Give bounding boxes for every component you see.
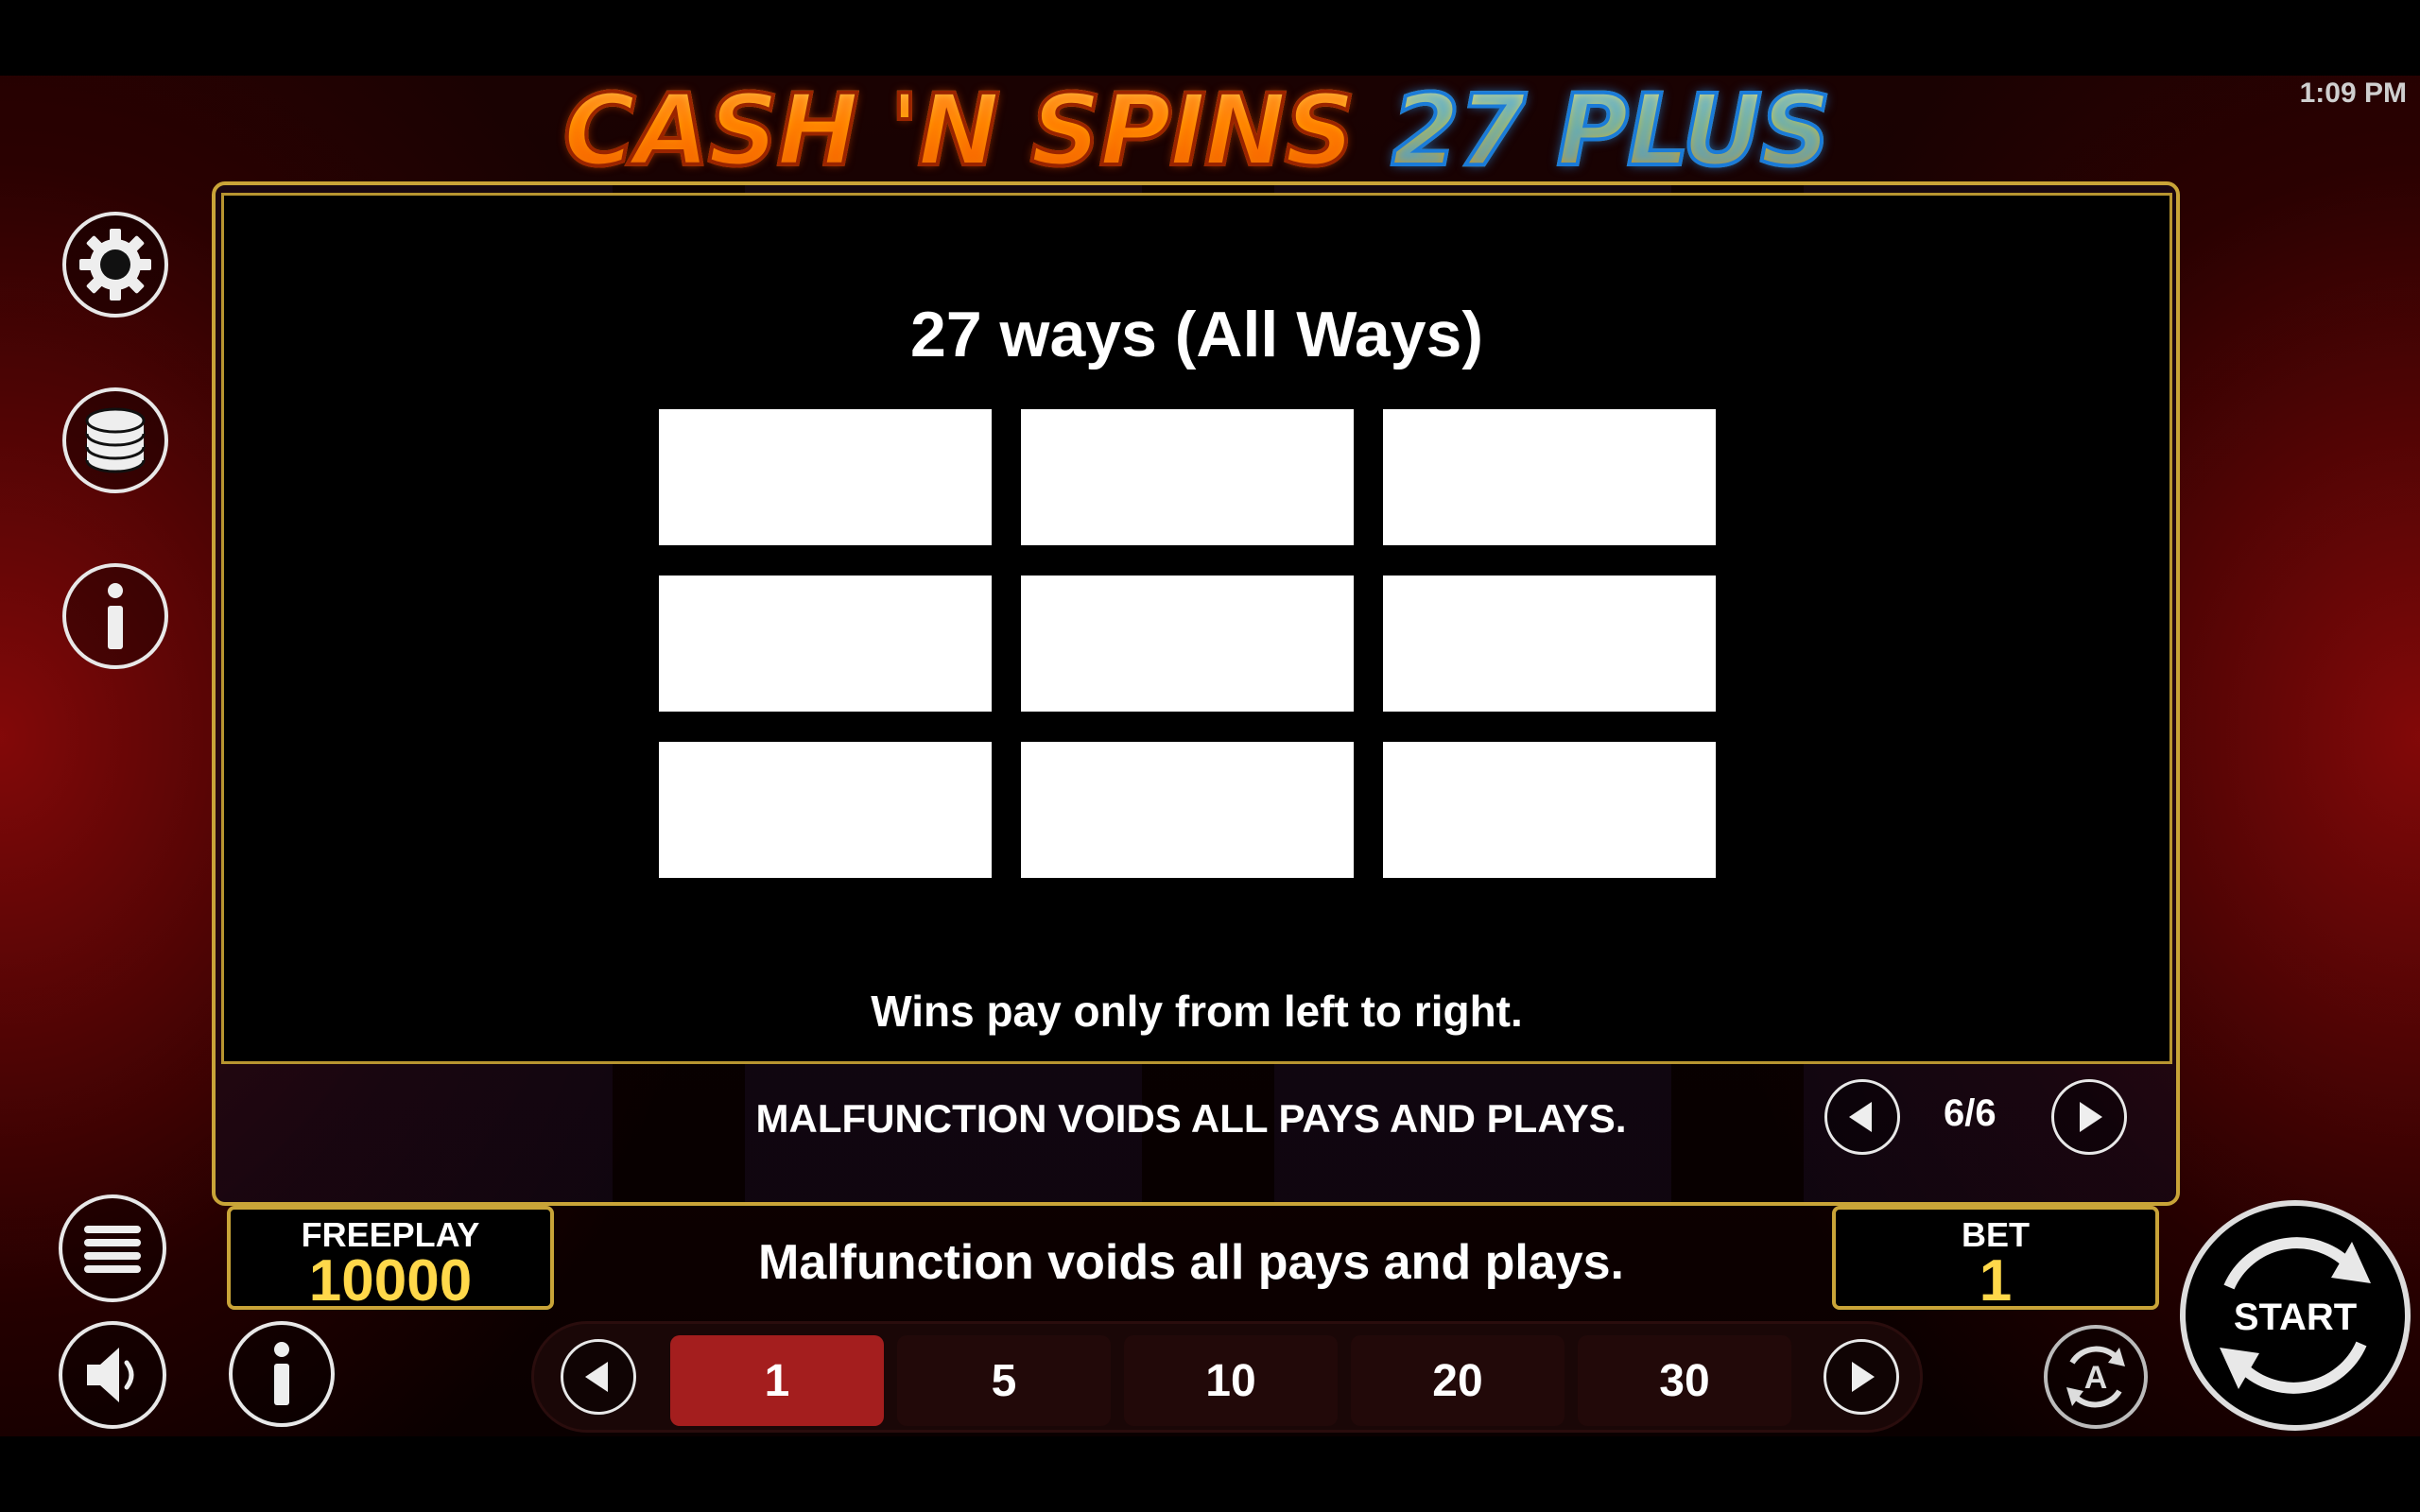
autoplay-icon: A xyxy=(2066,1346,2125,1408)
help-panel: 27 ways (All Ways) Wins pay only from le… xyxy=(221,193,2172,1064)
reel-grid-diagram xyxy=(659,409,1716,878)
info-icon xyxy=(274,1342,289,1405)
bet-option-30[interactable]: 30 xyxy=(1578,1335,1791,1426)
bet-decrease-button[interactable] xyxy=(561,1339,636,1415)
bet-option-5[interactable]: 5 xyxy=(897,1335,1111,1426)
menu-button[interactable] xyxy=(59,1194,166,1302)
info-icon xyxy=(108,583,123,649)
grid-cell xyxy=(659,742,992,878)
sound-button[interactable] xyxy=(59,1321,166,1429)
bottom-letterbox xyxy=(0,1436,2420,1512)
game-logo: CASH 'N SPINS 27 PLUS xyxy=(562,71,1833,190)
bet-box: BET 1 xyxy=(1832,1206,2159,1314)
grid-cell xyxy=(1021,576,1354,712)
freeplay-value: 10000 xyxy=(308,1248,473,1314)
autoplay-button[interactable]: A xyxy=(2044,1325,2148,1429)
grid-cell xyxy=(1021,742,1354,878)
ways-title: 27 ways (All Ways) xyxy=(910,299,1483,370)
bet-selector: 1 5 10 20 30 xyxy=(531,1321,1923,1433)
logo-text-27-plus: 27 PLUS xyxy=(1390,71,1833,190)
logo-text-cash-n-spins: CASH 'N SPINS xyxy=(562,71,1357,190)
bet-option-10[interactable]: 10 xyxy=(1124,1335,1338,1426)
triangle-left-icon xyxy=(585,1362,608,1392)
coins-button[interactable] xyxy=(62,387,168,493)
coins-stack-icon xyxy=(85,407,146,473)
grid-cell xyxy=(1383,742,1716,878)
grid-cell xyxy=(1383,409,1716,545)
bet-value: 1 xyxy=(1979,1248,2013,1314)
svg-text:A: A xyxy=(2084,1360,2108,1396)
bet-option-20[interactable]: 20 xyxy=(1351,1335,1564,1426)
triangle-right-icon xyxy=(1852,1362,1875,1392)
info-side-button[interactable] xyxy=(62,563,168,669)
next-page-button[interactable] xyxy=(2051,1079,2127,1155)
gear-icon xyxy=(79,229,151,301)
start-spin-button[interactable]: START xyxy=(2180,1200,2411,1431)
malfunction-notice: MALFUNCTION VOIDS ALL PAYS AND PLAYS. xyxy=(755,1096,1627,1141)
settings-button[interactable] xyxy=(62,212,168,318)
grid-cell xyxy=(1383,576,1716,712)
info-bottom-button[interactable] xyxy=(229,1321,335,1427)
malfunction-message: Malfunction voids all pays and plays. xyxy=(758,1235,1624,1290)
clock: 1:09 PM xyxy=(2299,77,2407,109)
hamburger-icon xyxy=(84,1226,141,1273)
page-indicator: 6/6 xyxy=(1944,1092,1996,1134)
wins-note: Wins pay only from left to right. xyxy=(871,987,1523,1036)
previous-page-button[interactable] xyxy=(1824,1079,1900,1155)
start-label: START xyxy=(2233,1297,2358,1338)
triangle-right-icon xyxy=(2080,1102,2102,1132)
grid-cell xyxy=(659,409,992,545)
grid-cell xyxy=(659,576,992,712)
bet-option-1[interactable]: 1 xyxy=(670,1335,884,1426)
bet-increase-button[interactable] xyxy=(1824,1339,1899,1415)
freeplay-box: FREEPLAY 10000 xyxy=(227,1206,554,1314)
triangle-left-icon xyxy=(1849,1102,1872,1132)
speaker-icon xyxy=(87,1348,134,1402)
grid-cell xyxy=(1021,409,1354,545)
